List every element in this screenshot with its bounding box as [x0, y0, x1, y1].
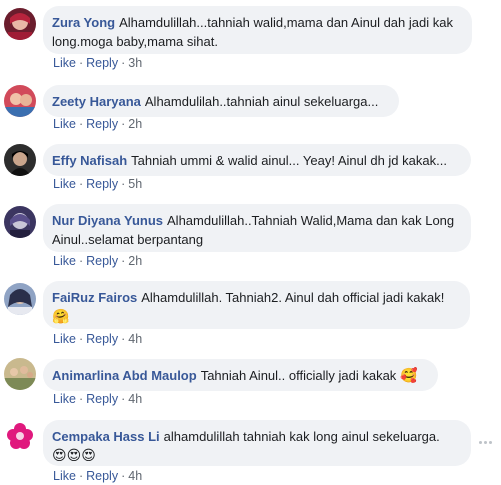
comment-text: Tahniah ummi & walid ainul... Yeay! Ainu… [131, 153, 447, 168]
separator-dot: · [78, 56, 84, 70]
comment-time[interactable]: 2h [128, 254, 142, 268]
avatar[interactable] [4, 8, 36, 40]
separator-dot: · [121, 56, 126, 70]
like-link[interactable]: Like [53, 254, 76, 268]
comment-author[interactable]: FaiRuz Fairos [52, 290, 137, 305]
comment-time[interactable]: 4h [128, 332, 142, 346]
comment-bubble: FaiRuz Fairos Alhamdulillah. Tahniah2. Ai… [43, 281, 470, 329]
smiling-hearts-emoji: 🥰 [399, 368, 418, 384]
avatar[interactable] [4, 358, 36, 390]
reply-link[interactable]: Reply [86, 392, 118, 406]
like-link[interactable]: Like [53, 332, 76, 346]
comment-text: alhamdulillah tahniah kak long ainul sek… [163, 429, 440, 444]
comment-time[interactable]: 3h [128, 56, 142, 70]
more-horizontal-icon[interactable] [479, 441, 493, 445]
like-link[interactable]: Like [53, 56, 76, 70]
comment-time[interactable]: 4h [128, 469, 142, 483]
avatar[interactable] [4, 144, 36, 176]
reply-link[interactable]: Reply [86, 332, 118, 346]
avatar[interactable] [4, 420, 36, 452]
dot [484, 441, 487, 444]
separator-dot: · [78, 254, 84, 268]
reply-link[interactable]: Reply [86, 254, 118, 268]
comment-bubble: Cempaka Hass Li alhamdulillah tahniah kak… [43, 420, 471, 466]
separator-dot: · [121, 177, 126, 191]
comment-author[interactable]: Zura Yong [52, 15, 115, 30]
comment-actions: Like · Reply · 2h [53, 254, 142, 268]
hugging-emoji: 🤗 [52, 309, 70, 325]
comment-actions: Like · Reply · 4h [53, 332, 142, 346]
comment-bubble: Animarlina Abd Maulop Tahniah Ainul.. off… [43, 359, 438, 391]
like-link[interactable]: Like [53, 392, 76, 406]
avatar[interactable] [4, 206, 36, 238]
comment-bubble: Nur Diyana Yunus Alhamdulillah..Tahniah W… [43, 204, 471, 252]
separator-dot: · [121, 254, 126, 268]
separator-dot: · [121, 469, 126, 483]
avatar[interactable] [4, 85, 36, 117]
reply-link[interactable]: Reply [86, 56, 118, 70]
comment-actions: Like · Reply · 4h [53, 469, 142, 483]
separator-dot: · [121, 117, 126, 131]
reply-link[interactable]: Reply [86, 117, 118, 131]
comment-bubble: Zura Yong Alhamdulillah...tahniah walid,m… [43, 6, 472, 54]
comment-author[interactable]: Zeety Haryana [52, 94, 141, 109]
comment-actions: Like · Reply · 3h [53, 56, 142, 70]
comment-text: Tahniah Ainul.. officially jadi kakak [200, 368, 397, 383]
comment-bubble: Zeety Haryana Alhamdulilah..tahniah ainul… [43, 85, 399, 117]
avatar[interactable] [4, 283, 36, 315]
comment-author[interactable]: Cempaka Hass Li [52, 429, 160, 444]
separator-dot: · [78, 332, 84, 346]
separator-dot: · [121, 392, 126, 406]
comment-actions: Like · Reply · 4h [53, 392, 142, 406]
like-link[interactable]: Like [53, 117, 76, 131]
reply-link[interactable]: Reply [86, 469, 118, 483]
comment-text: Alhamdulilah..tahniah ainul sekeluarga..… [144, 94, 379, 109]
separator-dot: · [78, 117, 84, 131]
comment-author[interactable]: Animarlina Abd Maulop [52, 368, 197, 383]
like-link[interactable]: Like [53, 469, 76, 483]
comment-actions: Like · Reply · 5h [53, 177, 142, 191]
separator-dot: · [78, 177, 84, 191]
heart-eyes-emoji: 😍😍😍 [52, 448, 96, 464]
separator-dot: · [121, 332, 126, 346]
comment-time[interactable]: 4h [128, 392, 142, 406]
comment-author[interactable]: Effy Nafisah [52, 153, 127, 168]
comment-time[interactable]: 5h [128, 177, 142, 191]
reply-link[interactable]: Reply [86, 177, 118, 191]
comment-author[interactable]: Nur Diyana Yunus [52, 213, 163, 228]
dot [479, 441, 482, 444]
dot [489, 441, 492, 444]
comment-bubble: Effy Nafisah Tahniah ummi & walid ainul..… [43, 144, 471, 176]
separator-dot: · [78, 469, 84, 483]
comment-actions: Like · Reply · 2h [53, 117, 142, 131]
separator-dot: · [78, 392, 84, 406]
like-link[interactable]: Like [53, 177, 76, 191]
comment-text: Alhamdulillah. Tahniah2. Ainul dah offic… [141, 290, 445, 305]
comment-time[interactable]: 2h [128, 117, 142, 131]
